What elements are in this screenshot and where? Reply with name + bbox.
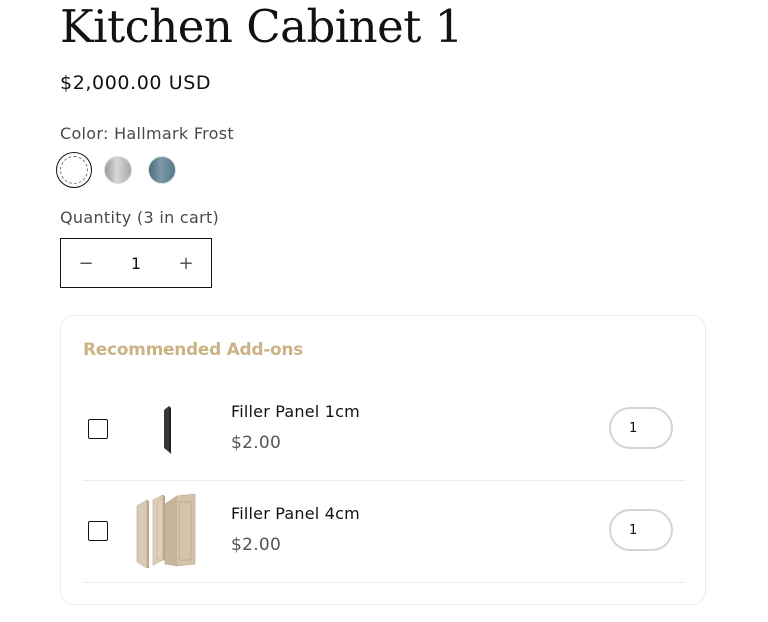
quantity-stepper: − 1 + — [60, 238, 212, 288]
color-label: Color: Hallmark Frost — [60, 124, 234, 143]
recommended-addons-panel: Recommended Add-ons Filler Panel 1cm $2.… — [60, 315, 706, 605]
addon-price: $2.00 — [231, 535, 282, 555]
swatch-hallmark-frost[interactable] — [56, 152, 92, 188]
addon-quantity-input[interactable]: 1 — [609, 407, 673, 449]
addon-row: Filler Panel 1cm $2.00 1 — [83, 378, 685, 481]
addons-title: Recommended Add-ons — [83, 340, 303, 360]
product-title: Kitchen Cabinet 1 — [60, 0, 463, 53]
quantity-input[interactable]: 1 — [131, 254, 141, 273]
addon-price: $2.00 — [231, 433, 282, 453]
swatch-blue[interactable] — [144, 152, 180, 188]
addon-name: Filler Panel 4cm — [231, 504, 360, 523]
quantity-label: Quantity (3 in cart) — [60, 208, 220, 227]
addon-checkbox[interactable] — [88, 419, 108, 439]
addon-thumbnail — [164, 406, 171, 454]
addon-quantity-input[interactable]: 1 — [609, 509, 673, 551]
addon-checkbox[interactable] — [88, 521, 108, 541]
product-price: $2,000.00 USD — [60, 72, 212, 94]
addon-name: Filler Panel 1cm — [231, 402, 360, 421]
color-swatches — [56, 152, 180, 188]
addon-row: Filler Panel 4cm $2.00 1 — [83, 480, 685, 583]
increase-quantity-button[interactable]: + — [161, 239, 211, 287]
addon-thumbnail — [136, 494, 196, 568]
swatch-grey[interactable] — [100, 152, 136, 188]
decrease-quantity-button[interactable]: − — [61, 239, 111, 287]
